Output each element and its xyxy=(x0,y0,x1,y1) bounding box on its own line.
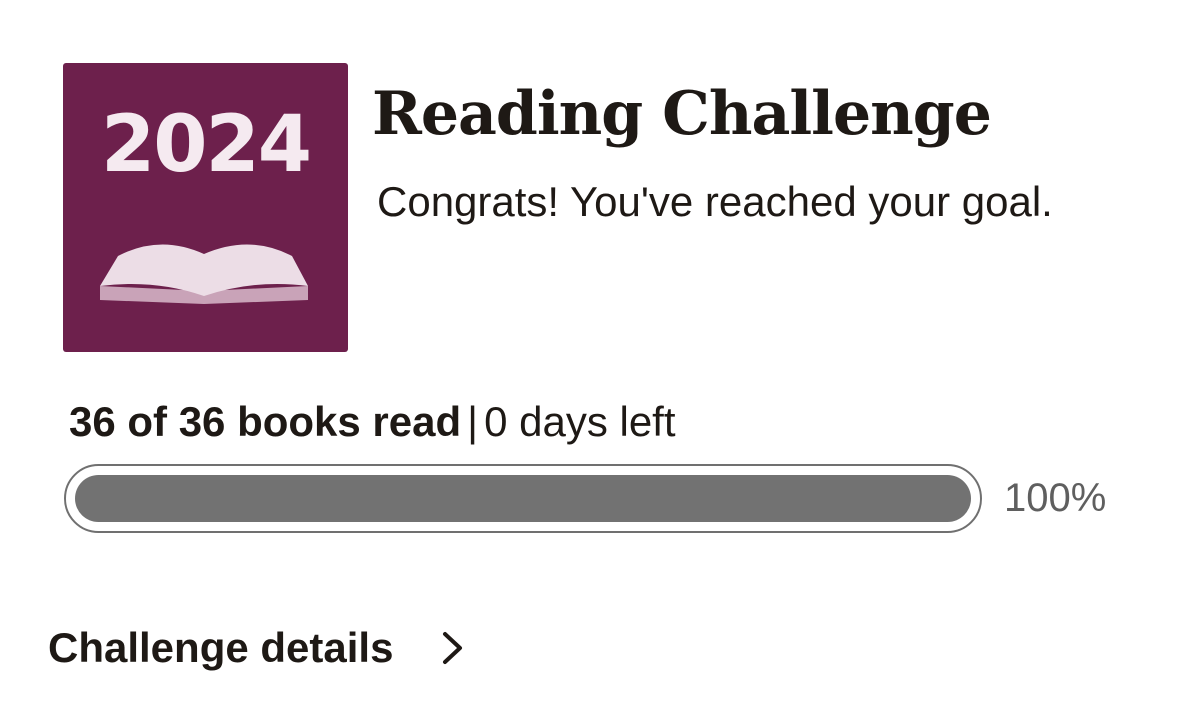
progress-percent: 100% xyxy=(1004,476,1107,520)
challenge-details-link[interactable]: Challenge details xyxy=(48,618,467,678)
books-read-count: 36 of 36 books read xyxy=(69,398,462,445)
open-book-icon xyxy=(100,244,308,304)
page-title: Reading Challenge xyxy=(372,79,992,149)
summary-separator: | xyxy=(467,398,479,445)
challenge-details-label: Challenge details xyxy=(48,624,394,671)
progress-summary: 36 of 36 books read | 0 days left xyxy=(69,396,676,448)
progress-bar xyxy=(64,464,982,533)
progress-bar-fill xyxy=(75,475,971,522)
badge-year: 2024 xyxy=(100,100,312,190)
days-left: 0 days left xyxy=(484,398,676,445)
congrats-message: Congrats! You've reached your goal. xyxy=(377,178,1053,225)
chevron-right-icon xyxy=(443,632,463,664)
